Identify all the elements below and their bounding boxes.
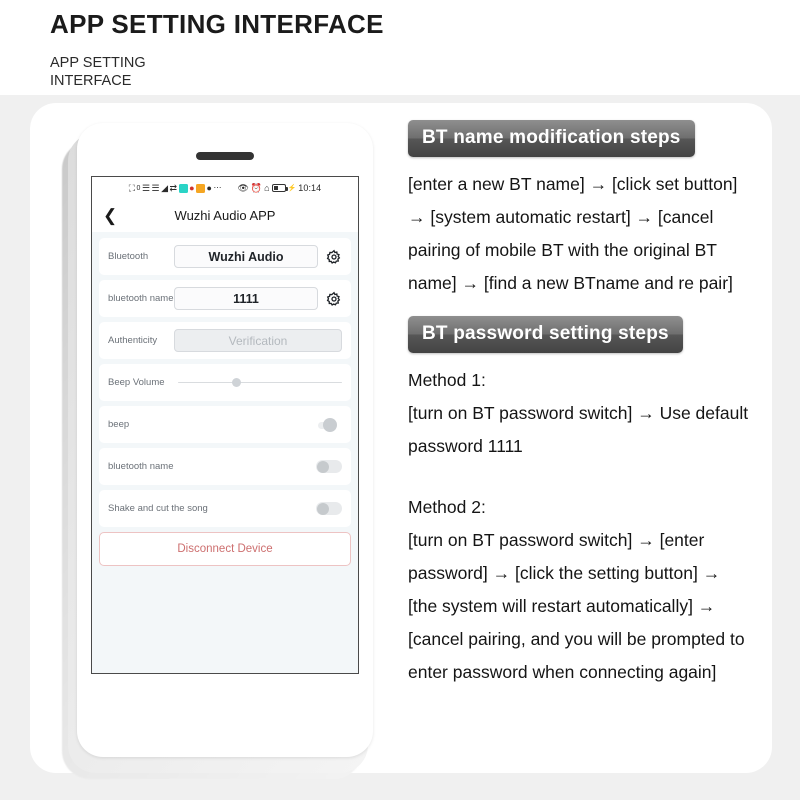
bluetooth-name-value[interactable]: 1111: [174, 287, 318, 310]
setting-label: Bluetooth: [108, 251, 149, 262]
method-1-block: Method 1: [turn on BT password switch] →…: [408, 364, 753, 463]
setting-row-bluetooth: Bluetooth Wuzhi Audio: [99, 238, 351, 275]
beep-volume-slider[interactable]: [178, 376, 342, 390]
toggle-knob: [323, 417, 337, 432]
disconnect-device-button[interactable]: Disconnect Device: [99, 532, 351, 566]
setting-row-bluetooth-name: bluetooth name 1111: [99, 280, 351, 317]
method-1-title: Method 1:: [408, 370, 486, 390]
slider-knob[interactable]: [232, 378, 242, 387]
chevron-left-icon[interactable]: ❮: [103, 207, 117, 224]
charging-bolt-icon: ⚡: [287, 184, 297, 192]
page-title: APP SETTING INTERFACE: [50, 9, 384, 39]
qq-penguin-icon: ●: [189, 182, 195, 193]
bluetooth-icon: ⌂: [264, 182, 270, 193]
shake-cut-song-toggle[interactable]: [316, 502, 342, 515]
method-2-block: Method 2: [turn on BT password switch] →…: [408, 491, 753, 689]
setting-label: beep: [108, 419, 130, 430]
phone-body: ⛶ 0 ☰ ☰ ◢ ⇄ ● ● ⋯ 👁 ⏰ ⌂ ⚡ 10:14 ❮ Wuzhi …: [77, 123, 373, 757]
page-subtitle: APP SETTING INTERFACE: [50, 55, 146, 89]
app-chip-teal-icon: [178, 183, 188, 193]
signal-bars-2-icon: ☰: [151, 182, 160, 193]
phone-earpiece-speaker: [196, 152, 254, 160]
sync-icon: ⇄: [169, 182, 178, 193]
status-bar-right-icons: 👁 ⏰ ⌂ ⚡ 10:14: [237, 183, 321, 193]
setting-label: bluetooth name: [108, 293, 174, 304]
setting-row-beep: beep: [99, 406, 351, 443]
alarm-icon: ⏰: [250, 182, 263, 193]
method-2-title: Method 2:: [408, 497, 486, 517]
status-bar-left-icons: ⛶ 0 ☰ ☰ ◢ ⇄ ● ● ⋯: [128, 182, 222, 193]
status-bar-clock: 10:14: [298, 183, 322, 193]
eye-icon: 👁: [237, 182, 249, 193]
toggle-knob: [317, 460, 329, 473]
bluetooth-device-value[interactable]: Wuzhi Audio: [174, 245, 318, 268]
setting-row-bluetooth-name-toggle: bluetooth name: [99, 448, 351, 485]
slider-track: [178, 381, 342, 384]
bt-password-steps-banner: BT password setting steps: [408, 316, 683, 353]
setting-label: Authenticity: [108, 335, 158, 346]
setting-label: Beep Volume: [108, 377, 165, 388]
app-chip-orange-icon: [196, 183, 205, 193]
beep-toggle[interactable]: [316, 417, 342, 432]
instructions-column: BT name modification steps [enter a new …: [408, 120, 753, 705]
camera-icon: ⛶: [128, 182, 136, 193]
setting-label: Shake and cut the song: [108, 503, 208, 514]
verification-button[interactable]: Verification: [174, 329, 342, 352]
phone-mockup: ⛶ 0 ☰ ☰ ◢ ⇄ ● ● ⋯ 👁 ⏰ ⌂ ⚡ 10:14 ❮ Wuzhi …: [62, 123, 373, 779]
settings-list: Bluetooth Wuzhi Audio bluetooth name 111: [92, 232, 358, 673]
app-navigation-bar: ❮ Wuzhi Audio APP: [92, 199, 358, 232]
more-dots-icon: ⋯: [213, 183, 222, 192]
toggle-knob: [317, 502, 329, 515]
app-title: Wuzhi Audio APP: [174, 208, 276, 223]
status-bar: ⛶ 0 ☰ ☰ ◢ ⇄ ● ● ⋯ 👁 ⏰ ⌂ ⚡ 10:14: [92, 177, 358, 199]
battery-icon: [271, 184, 288, 192]
app-setting-interface-page: APP SETTING INTERFACE APP SETTING INTERF…: [0, 0, 800, 800]
phone-screen: ⛶ 0 ☰ ☰ ◢ ⇄ ● ● ⋯ 👁 ⏰ ⌂ ⚡ 10:14 ❮ Wuzhi …: [91, 176, 359, 674]
bt-name-steps-body: [enter a new BT name] → [click set butto…: [408, 174, 738, 293]
signal-bars-icon: ☰: [141, 182, 151, 193]
setting-label: bluetooth name: [108, 461, 174, 472]
wifi-icon: ◢: [161, 182, 169, 193]
bluetooth-name-toggle[interactable]: [316, 460, 342, 473]
method-2-body: [turn on BT password switch] → [enter pa…: [408, 530, 745, 682]
setting-row-beep-volume: Beep Volume: [99, 364, 351, 401]
sim-count-label: 0: [136, 184, 141, 192]
setting-row-shake-cut-song: Shake and cut the song: [99, 490, 351, 527]
chat-bubble-icon: ●: [206, 182, 212, 193]
bt-name-steps-banner: BT name modification steps: [408, 120, 695, 157]
method-1-body: [turn on BT password switch] → Use defau…: [408, 403, 749, 456]
gear-icon[interactable]: [326, 291, 342, 307]
setting-row-authenticity: Authenticity Verification: [99, 322, 351, 359]
gear-icon[interactable]: [326, 249, 342, 265]
